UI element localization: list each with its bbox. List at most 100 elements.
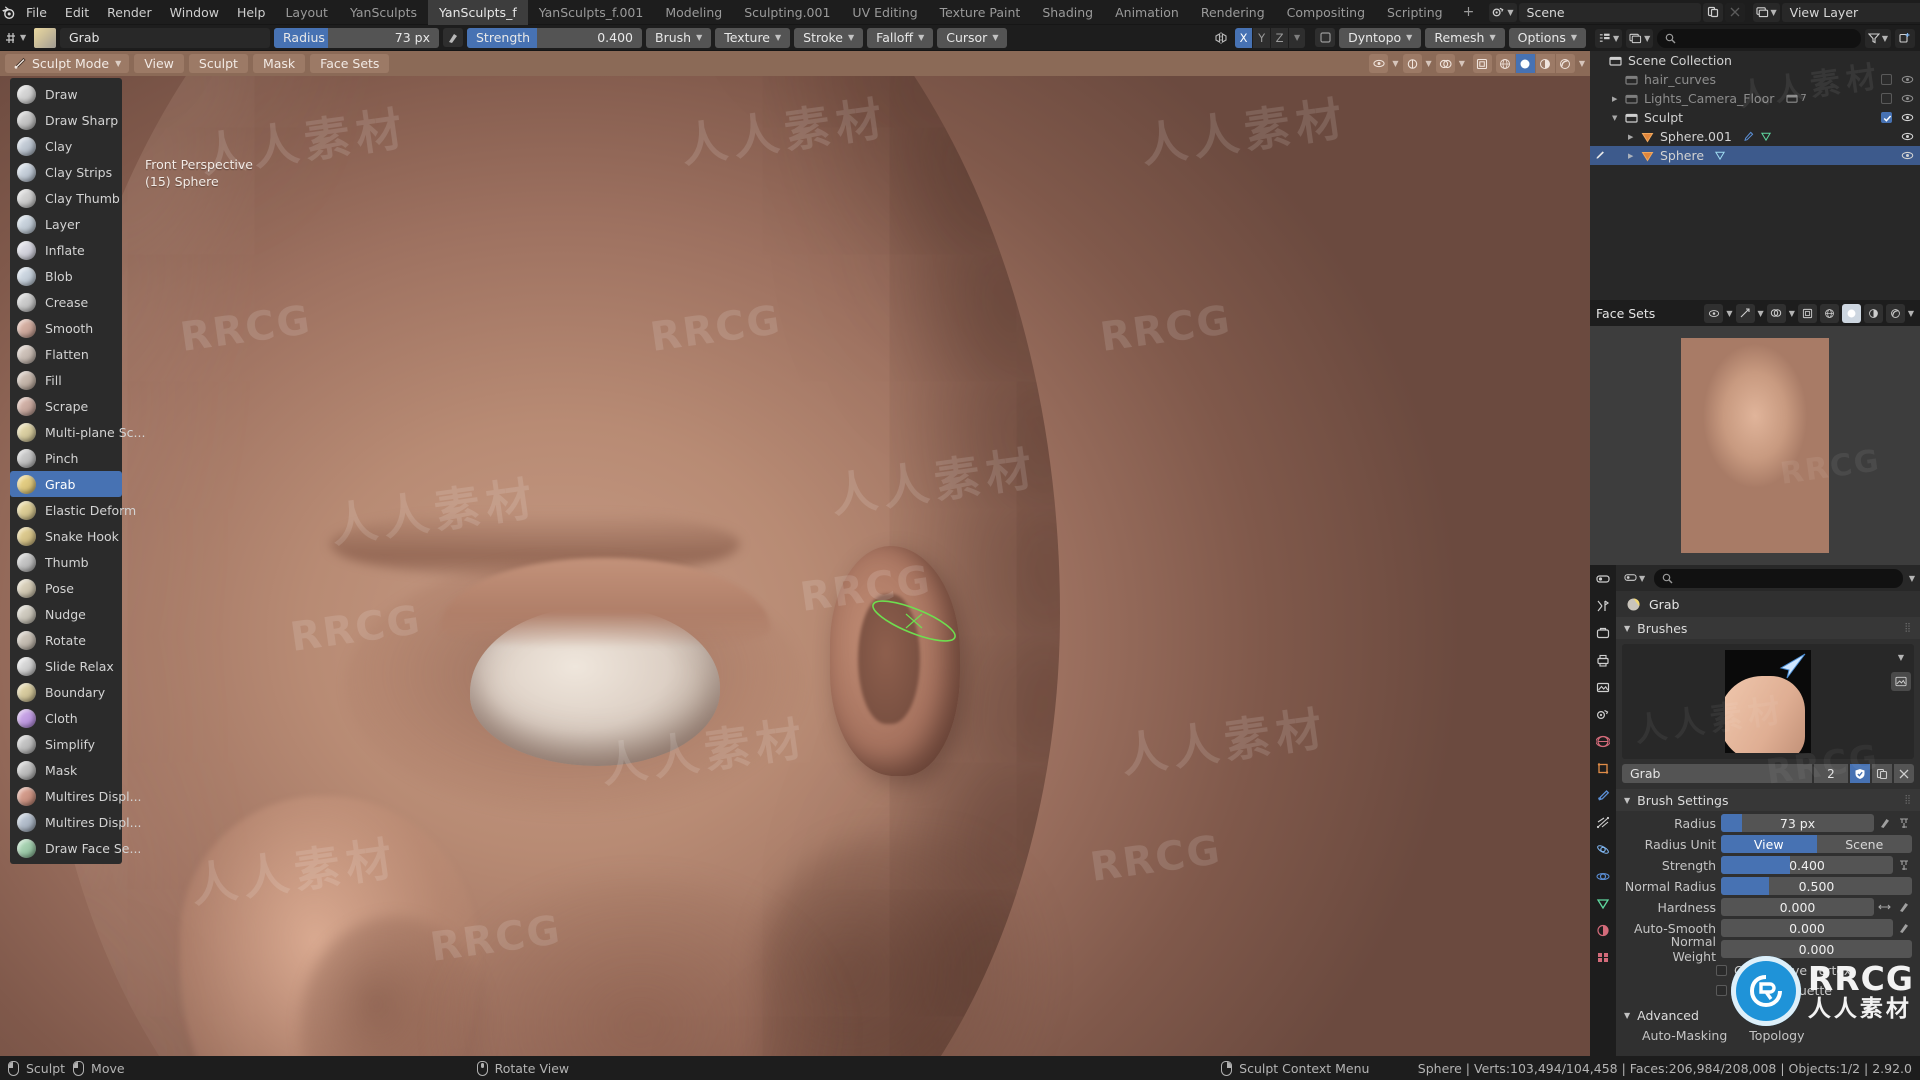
viewport-menu-face-sets[interactable]: Face Sets bbox=[310, 54, 390, 73]
menu-file[interactable]: File bbox=[17, 3, 56, 22]
xray-toggle[interactable] bbox=[1472, 54, 1492, 73]
toolbar-item-grab[interactable]: Grab bbox=[10, 471, 122, 497]
radius-pressure-icon[interactable] bbox=[443, 28, 463, 47]
outliner-row-scene-collection[interactable]: Scene Collection bbox=[1590, 51, 1920, 70]
toolbar-item-rotate[interactable]: Rotate bbox=[10, 627, 122, 653]
overlays-icon[interactable] bbox=[1766, 303, 1786, 323]
view-layer-browse-dropdown[interactable]: ▼ bbox=[1752, 2, 1780, 22]
material-shading-icon[interactable] bbox=[1863, 303, 1883, 323]
view-layer-name-field[interactable]: View Layer bbox=[1781, 2, 1920, 22]
expander-icon[interactable]: ▼ bbox=[1612, 114, 1623, 122]
symmetry-icon[interactable] bbox=[1211, 28, 1231, 47]
workspace-tab-yansculpts-f[interactable]: YanSculpts_f bbox=[428, 0, 528, 25]
gizmo-toggle[interactable] bbox=[1402, 54, 1422, 73]
outliner-filter-dropdown[interactable]: ▼ bbox=[1864, 28, 1891, 48]
setting-slider[interactable]: 0.400 bbox=[1721, 856, 1893, 874]
toolbar-item-nudge[interactable]: Nudge bbox=[10, 601, 122, 627]
workspace-tab-compositing[interactable]: Compositing bbox=[1276, 0, 1376, 25]
tab-world[interactable] bbox=[1592, 731, 1614, 751]
properties-editor-type-icon[interactable] bbox=[1592, 569, 1614, 589]
overlays-toggle[interactable] bbox=[1435, 54, 1455, 73]
collection-exclude-checkbox[interactable] bbox=[1881, 93, 1892, 104]
outliner-row-lights-camera-floor[interactable]: ▶ Lights_Camera_Floor 7 bbox=[1590, 89, 1920, 108]
toggle-option-scene[interactable]: Scene bbox=[1816, 835, 1912, 853]
blender-logo-icon[interactable] bbox=[0, 0, 17, 25]
expander-icon[interactable]: ▶ bbox=[1628, 152, 1639, 160]
tool-mode-icon[interactable]: ▼ bbox=[4, 28, 30, 48]
workspace-tab-modeling[interactable]: Modeling bbox=[654, 0, 733, 25]
toolbar-item-flatten[interactable]: Flatten bbox=[10, 341, 122, 367]
brush-preview-thumbnail[interactable] bbox=[34, 27, 56, 48]
tab-data[interactable] bbox=[1592, 893, 1614, 913]
unlink-brush-button[interactable] bbox=[1894, 764, 1914, 783]
toggle-option-view[interactable]: View bbox=[1721, 835, 1817, 853]
toolbar-item-multi-plane-sc[interactable]: Multi-plane Sc... bbox=[10, 419, 145, 445]
tab-particles[interactable] bbox=[1592, 812, 1614, 832]
tab-modifiers[interactable] bbox=[1592, 785, 1614, 805]
toolbar-item-cloth[interactable]: Cloth bbox=[10, 705, 122, 731]
brush-name-field[interactable]: Grab bbox=[1622, 764, 1812, 783]
toolbar-item-clay[interactable]: Clay bbox=[10, 133, 122, 159]
tab-view-layer[interactable] bbox=[1592, 677, 1614, 697]
unified-icon[interactable] bbox=[1895, 814, 1912, 832]
viewport-menu-sculpt[interactable]: Sculpt bbox=[188, 54, 248, 73]
toolbar-item-inflate[interactable]: Inflate bbox=[10, 237, 122, 263]
toolbar-item-slide-relax[interactable]: Slide Relax bbox=[10, 653, 122, 679]
head-preview-viewport[interactable] bbox=[1590, 326, 1920, 565]
visibility-dropdown-icon[interactable] bbox=[1369, 54, 1389, 73]
pressure-icon[interactable] bbox=[1895, 898, 1912, 916]
toolbar-item-thumb[interactable]: Thumb bbox=[10, 549, 122, 575]
visibility-icon[interactable] bbox=[1704, 303, 1724, 323]
rendered-shading-button[interactable] bbox=[1555, 54, 1575, 73]
material-preview-button[interactable] bbox=[1535, 54, 1555, 73]
workspace-tab-texture-paint[interactable]: Texture Paint bbox=[929, 0, 1032, 25]
expander-icon[interactable]: ▶ bbox=[1628, 133, 1639, 141]
viewport-menu-mask[interactable]: Mask bbox=[252, 54, 306, 73]
workspace-tab-uv-editing[interactable]: UV Editing bbox=[841, 0, 928, 25]
xray-icon[interactable] bbox=[1797, 303, 1817, 323]
tab-material[interactable] bbox=[1592, 920, 1614, 940]
outliner-display-mode-dropdown[interactable]: ▼ bbox=[1595, 28, 1623, 48]
outliner-row-sculpt[interactable]: ▼ Sculpt bbox=[1590, 108, 1920, 127]
visibility-eye-icon[interactable] bbox=[1901, 93, 1914, 104]
unified-icon[interactable] bbox=[1895, 856, 1912, 874]
gizmo-icon[interactable] bbox=[1735, 303, 1755, 323]
collection-exclude-checkbox[interactable] bbox=[1881, 112, 1892, 123]
outliner-search-input[interactable] bbox=[1657, 28, 1861, 48]
toolbar-item-multires-displ[interactable]: Multires Displ... bbox=[10, 809, 142, 835]
symmetry-y-toggle[interactable]: Y bbox=[1253, 27, 1271, 48]
workspace-tab-yansculpts[interactable]: YanSculpts bbox=[339, 0, 428, 25]
menu-window[interactable]: Window bbox=[161, 3, 228, 22]
brush-preview-dropdown[interactable]: ▼ bbox=[1891, 648, 1911, 667]
scene-browse-dropdown[interactable]: ▼ bbox=[1489, 2, 1517, 22]
new-scene-button[interactable] bbox=[1702, 2, 1723, 22]
visibility-eye-icon[interactable] bbox=[1901, 131, 1914, 142]
workspace-tab-rendering[interactable]: Rendering bbox=[1190, 0, 1276, 25]
tab-physics[interactable] bbox=[1592, 839, 1614, 859]
workspace-tab-scripting[interactable]: Scripting bbox=[1376, 0, 1454, 25]
rendered-shading-icon[interactable] bbox=[1885, 303, 1905, 323]
toolbar-item-smooth[interactable]: Smooth bbox=[10, 315, 122, 341]
collection-exclude-checkbox[interactable] bbox=[1881, 74, 1892, 85]
brush-preview-box[interactable]: ▼ bbox=[1622, 644, 1914, 759]
unlink-scene-button[interactable] bbox=[1724, 2, 1745, 22]
pressure-icon[interactable] bbox=[1895, 919, 1912, 937]
outliner-row-sphere[interactable]: ▶ Sphere bbox=[1590, 146, 1920, 165]
setting-slider[interactable]: 0.000 bbox=[1721, 898, 1874, 916]
toolbar-item-crease[interactable]: Crease bbox=[10, 289, 122, 315]
toolbar-item-elastic-deform[interactable]: Elastic Deform bbox=[10, 497, 136, 523]
symmetry-more-dropdown[interactable]: ▼ bbox=[1289, 27, 1306, 48]
workspace-tab-animation[interactable]: Animation bbox=[1104, 0, 1190, 25]
tab-scene[interactable] bbox=[1592, 704, 1614, 724]
active-brush-name[interactable]: Grab bbox=[60, 27, 270, 48]
symmetry-x-toggle[interactable]: X bbox=[1235, 27, 1253, 48]
remesh-dropdown[interactable]: Remesh ▼ bbox=[1425, 27, 1505, 48]
texture-dropdown[interactable]: Texture ▼ bbox=[715, 27, 791, 48]
brush-dropdown[interactable]: Brush ▼ bbox=[646, 27, 712, 48]
menu-render[interactable]: Render bbox=[98, 3, 161, 22]
properties-editor-type-dropdown[interactable]: ▼ bbox=[1621, 568, 1649, 588]
fake-user-toggle[interactable] bbox=[1850, 764, 1870, 783]
toolbar-item-snake-hook[interactable]: Snake Hook bbox=[10, 523, 122, 549]
setting-slider[interactable]: 73 px bbox=[1721, 814, 1874, 832]
visibility-eye-icon[interactable] bbox=[1901, 74, 1914, 85]
